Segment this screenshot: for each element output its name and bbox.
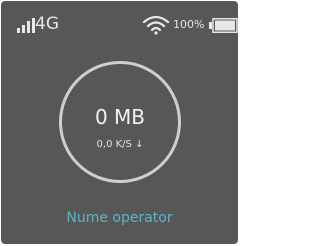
- signal-bars-icon: [17, 18, 35, 33]
- wifi-icon: [142, 15, 170, 35]
- battery-percent: 100%: [173, 18, 205, 31]
- network-type-label: 4G: [35, 14, 59, 34]
- operator-name: Nume operator: [66, 210, 173, 226]
- download-speed: 0,0 K/S: [96, 139, 132, 150]
- battery-fill: [215, 20, 235, 31]
- battery-icon: [209, 18, 238, 33]
- data-used-value: 0 MB: [94, 105, 146, 129]
- data-usage-ring: 0 MB 0,0 K/S ↓: [59, 61, 181, 183]
- download-arrow-icon: ↓: [135, 139, 144, 150]
- speed-indicator: 0,0 K/S ↓: [62, 139, 178, 151]
- modem-status-screen: 4G 100% 0 MB 0,0 K/S ↓ Nume operator: [1, 1, 238, 244]
- status-bar: 4G 100%: [1, 1, 238, 41]
